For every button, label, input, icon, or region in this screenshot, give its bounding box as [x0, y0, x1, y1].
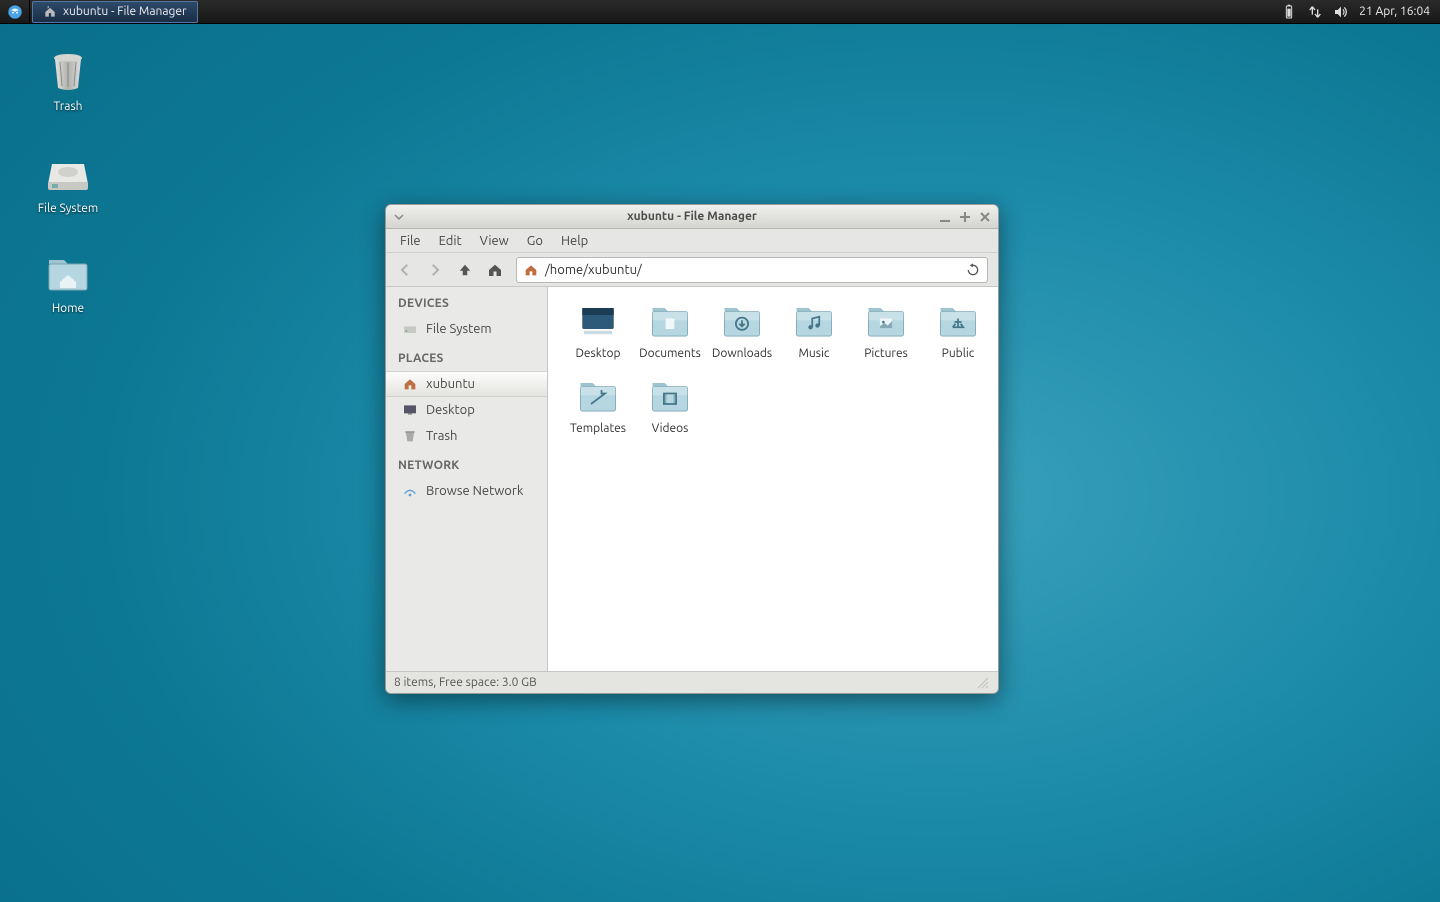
videos-folder-icon	[646, 376, 694, 418]
folder-label: Documents	[639, 347, 701, 360]
music-folder-icon	[790, 301, 838, 343]
folder-label: Pictures	[864, 347, 908, 360]
sidebar-item-label: Trash	[426, 429, 457, 443]
desktop-icon	[402, 402, 418, 418]
network-icon	[402, 483, 418, 499]
sidebar-item-label: File System	[426, 322, 492, 336]
folder-public[interactable]: Public	[922, 301, 994, 360]
path-home-icon	[523, 262, 539, 278]
sidebar-item-browse-network[interactable]: Browse Network	[386, 478, 547, 504]
sidebar-item-label: Desktop	[426, 403, 475, 417]
trash-icon	[44, 48, 92, 96]
toolbar: /home/xubuntu/	[386, 253, 998, 287]
menu-file[interactable]: File	[392, 232, 429, 250]
status-text: 8 items, Free space: 3.0 GB	[394, 676, 537, 689]
menubar: File Edit View Go Help	[386, 229, 998, 253]
sidebar-item-label: xubuntu	[426, 377, 475, 391]
path-text: /home/xubuntu/	[545, 263, 642, 277]
whisker-menu-button[interactable]	[0, 0, 30, 24]
back-button[interactable]	[392, 257, 418, 283]
minimize-button[interactable]	[938, 210, 952, 224]
window-titlebar[interactable]: xubuntu - File Manager	[386, 205, 998, 229]
sidebar-item-label: Browse Network	[426, 484, 523, 498]
folder-documents[interactable]: Documents	[634, 301, 706, 360]
downloads-folder-icon	[718, 301, 766, 343]
sidebar: DEVICES File System PLACES xubuntu Deskt…	[386, 287, 548, 671]
desktop-folder-icon	[574, 301, 622, 343]
home-icon	[43, 5, 57, 19]
folder-label: Desktop	[575, 347, 620, 360]
sidebar-item-xubuntu[interactable]: xubuntu	[386, 371, 547, 397]
path-bar[interactable]: /home/xubuntu/	[516, 257, 988, 283]
documents-folder-icon	[646, 301, 694, 343]
home-folder-icon	[44, 250, 92, 298]
sidebar-header-network: NETWORK	[386, 449, 547, 478]
folder-label: Downloads	[712, 347, 772, 360]
up-button[interactable]	[452, 257, 478, 283]
desktop-icon-label: File System	[38, 202, 99, 215]
desktop-icon-file-system[interactable]: File System	[18, 150, 118, 215]
drive-icon	[402, 321, 418, 337]
sidebar-item-trash[interactable]: Trash	[386, 423, 547, 449]
templates-folder-icon	[574, 376, 622, 418]
folder-label: Public	[942, 347, 975, 360]
pictures-folder-icon	[862, 301, 910, 343]
network-icon[interactable]	[1307, 4, 1323, 20]
trash-icon	[402, 428, 418, 444]
folder-label: Music	[799, 347, 830, 360]
folder-label: Templates	[570, 422, 626, 435]
top-panel: xubuntu - File Manager 21 Apr, 16:04	[0, 0, 1440, 24]
taskbar-item-label: xubuntu - File Manager	[63, 5, 187, 18]
folder-pictures[interactable]: Pictures	[850, 301, 922, 360]
menu-view[interactable]: View	[472, 232, 517, 250]
home-icon	[402, 376, 418, 392]
public-folder-icon	[934, 301, 982, 343]
home-button[interactable]	[482, 257, 508, 283]
sidebar-header-places: PLACES	[386, 342, 547, 371]
taskbar-item-file-manager[interactable]: xubuntu - File Manager	[32, 1, 198, 23]
folder-downloads[interactable]: Downloads	[706, 301, 778, 360]
desktop-icon-label: Home	[52, 302, 84, 315]
desktop-icon-home[interactable]: Home	[18, 250, 118, 315]
panel-clock[interactable]: 21 Apr, 16:04	[1359, 5, 1430, 18]
maximize-button[interactable]	[958, 210, 972, 224]
refresh-icon[interactable]	[965, 262, 981, 278]
folder-templates[interactable]: Templates	[562, 376, 634, 435]
sidebar-item-file-system[interactable]: File System	[386, 316, 547, 342]
desktop-icon-trash[interactable]: Trash	[18, 48, 118, 113]
folder-desktop[interactable]: Desktop	[562, 301, 634, 360]
desktop-icon-label: Trash	[53, 100, 82, 113]
sidebar-header-devices: DEVICES	[386, 287, 547, 316]
icon-view[interactable]: Desktop Documents Downloads Music Pictur…	[548, 287, 998, 671]
close-button[interactable]	[978, 210, 992, 224]
window-title: xubuntu - File Manager	[386, 210, 998, 223]
folder-label: Videos	[652, 422, 689, 435]
volume-icon[interactable]	[1333, 4, 1349, 20]
menu-go[interactable]: Go	[519, 232, 551, 250]
menu-edit[interactable]: Edit	[431, 232, 470, 250]
folder-videos[interactable]: Videos	[634, 376, 706, 435]
menu-help[interactable]: Help	[553, 232, 596, 250]
forward-button[interactable]	[422, 257, 448, 283]
drive-icon	[44, 150, 92, 198]
folder-music[interactable]: Music	[778, 301, 850, 360]
battery-icon[interactable]	[1281, 4, 1297, 20]
file-manager-window: xubuntu - File Manager File Edit View Go…	[385, 204, 999, 694]
status-bar: 8 items, Free space: 3.0 GB	[386, 671, 998, 693]
resize-grip-icon[interactable]	[976, 676, 990, 690]
sidebar-item-desktop[interactable]: Desktop	[386, 397, 547, 423]
